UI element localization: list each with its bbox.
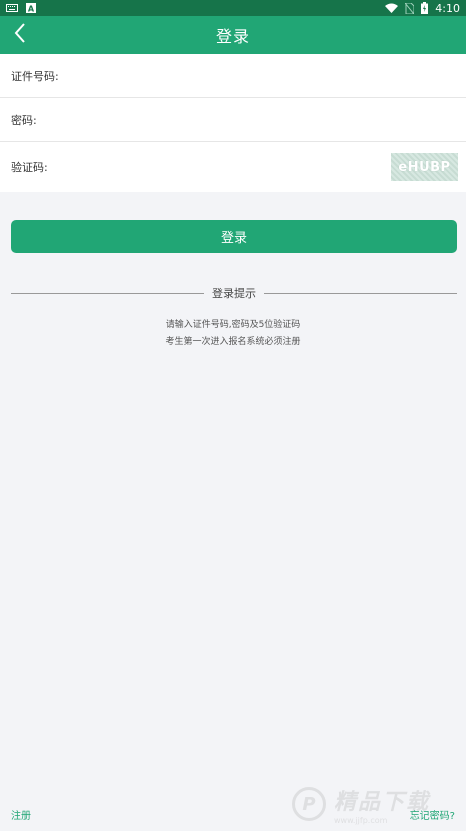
a-badge-icon: A (26, 3, 36, 13)
login-button[interactable]: 登录 (11, 220, 457, 253)
id-number-row: 证件号码: (0, 54, 466, 98)
watermark-p-icon: P (292, 787, 326, 821)
status-time: 4:10 (435, 1, 460, 15)
tip-line-1: 请输入证件号码,密码及5位验证码 (165, 320, 301, 330)
page-title: 登录 (215, 27, 250, 46)
forgot-password-link[interactable]: 忘记密码? (410, 807, 455, 822)
id-number-input[interactable] (58, 54, 466, 97)
back-button[interactable] (8, 23, 32, 47)
wifi-icon (385, 3, 399, 13)
captcha-label: 验证码: (11, 161, 48, 174)
svg-text:A: A (28, 5, 35, 14)
password-label: 密码: (11, 113, 37, 127)
status-right: 4:10 (385, 2, 460, 15)
password-input[interactable] (36, 98, 466, 141)
chevron-left-icon (14, 23, 26, 47)
no-sim-icon (405, 2, 415, 14)
id-number-label: 证件号码: (11, 69, 59, 83)
tips-title: 登录提示 (212, 287, 256, 300)
status-bar: A 4:10 (0, 0, 466, 16)
status-left: A (6, 3, 36, 13)
captcha-row: 验证码: eHUBP (0, 142, 466, 192)
divider-left (11, 292, 204, 294)
captcha-image[interactable]: eHUBP (391, 153, 458, 181)
tip-line-2: 考生第一次进入报名系统必须注册 (165, 337, 301, 347)
divider-right (264, 292, 457, 294)
battery-icon (421, 2, 429, 14)
register-link[interactable]: 注册 (11, 807, 31, 822)
app-bar: 登录 (0, 16, 466, 54)
login-form: 证件号码: 密码: 验证码: eHUBP (0, 54, 466, 192)
tips-header: 登录提示 (11, 284, 457, 302)
password-row: 密码: (0, 98, 466, 142)
keyboard-icon (6, 4, 18, 12)
